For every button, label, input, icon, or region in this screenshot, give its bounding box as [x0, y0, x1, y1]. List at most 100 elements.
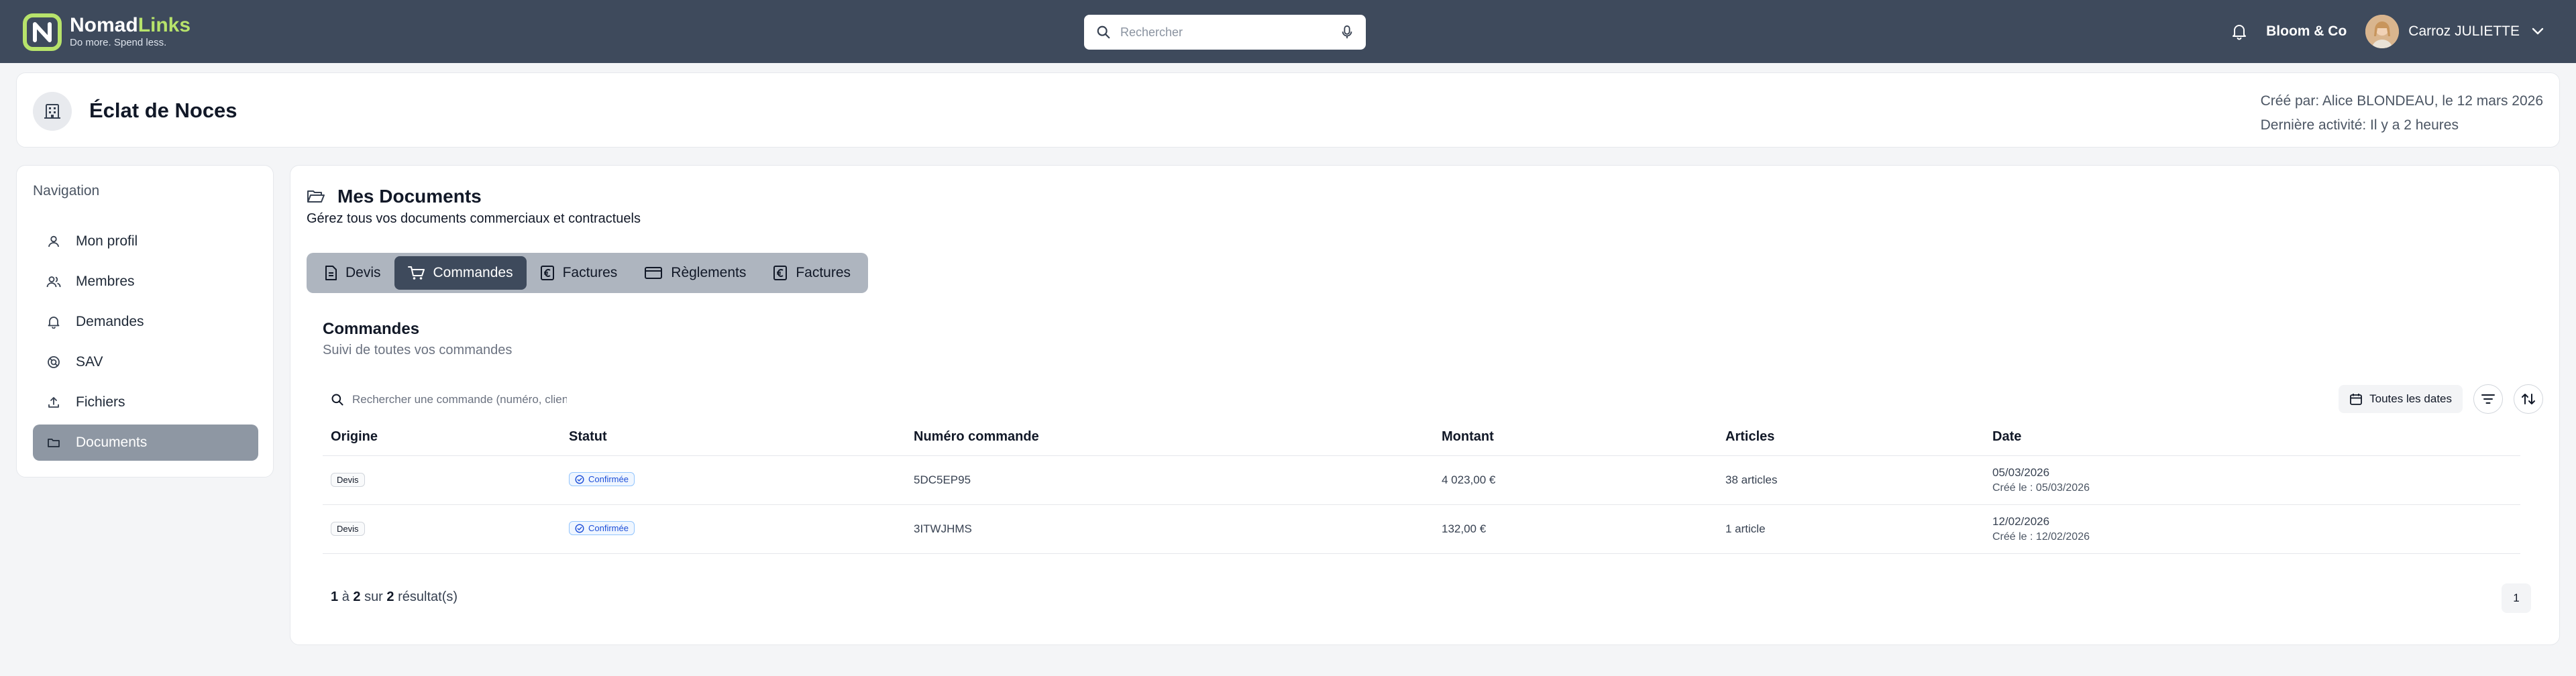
order-date: 05/03/2026 [1992, 465, 2050, 479]
tab-label: Factures [796, 265, 851, 280]
tab-label: Règlements [671, 265, 747, 280]
sidebar-item-sav[interactable]: SAV [33, 344, 258, 380]
status-badge: Confirmée [569, 521, 635, 536]
tab-label: Devis [345, 265, 381, 280]
sidebar-item-label: Membres [76, 274, 135, 289]
check-circle-icon [575, 524, 584, 533]
euro-icon [540, 265, 555, 281]
date-filter-label: Toutes les dates [2369, 392, 2452, 405]
brand-logo[interactable]: NomadLinks Do more. Spend less. [23, 13, 191, 51]
created-by-text: Créé par: Alice BLONDEAU, le 12 mars 202… [2260, 93, 2543, 109]
tab-label: Commandes [433, 265, 513, 280]
tab-devis[interactable]: Devis [311, 256, 394, 290]
tab-label: Factures [562, 265, 618, 280]
entity-meta: Créé par: Alice BLONDEAU, le 12 mars 202… [2261, 89, 2543, 137]
brand-name: NomadLinks [70, 14, 191, 36]
order-number[interactable]: 3ITWJHMS [906, 504, 1434, 554]
column-header[interactable]: Articles [1717, 419, 1984, 456]
orders-subtitle: Suivi de toutes vos commandes [323, 343, 513, 357]
bell-icon [46, 315, 61, 329]
chevron-down-icon[interactable] [2532, 27, 2544, 36]
building-icon [33, 92, 72, 131]
order-search[interactable]: Rechercher une commande (numéro, client.… [323, 386, 578, 414]
filter-icon [2481, 394, 2495, 404]
folder-icon [46, 435, 61, 450]
documents-title: Mes Documents [337, 186, 482, 207]
table-header-row: Origine Statut Numéro commande Montant A… [323, 419, 2520, 456]
documents-subtitle: Gérez tous vos documents commerciaux et … [307, 211, 641, 226]
search-icon [331, 394, 343, 406]
sidebar-item-label: Fichiers [76, 394, 125, 410]
order-search-input[interactable]: Rechercher une commande (numéro, client.… [352, 393, 567, 406]
page-button-1[interactable]: 1 [2502, 583, 2531, 613]
order-articles: 1 article [1717, 504, 1984, 554]
sidebar-item-label: Mon profil [76, 233, 138, 249]
support-icon [46, 355, 61, 370]
top-bar: NomadLinks Do more. Spend less. Recherch… [0, 0, 2576, 63]
navigation-heading: Navigation [33, 183, 100, 199]
folder-open-icon [307, 190, 325, 203]
avatar[interactable] [2365, 15, 2400, 48]
navigation-panel: Navigation Mon profil Membres Demandes S… [16, 165, 274, 477]
user-name[interactable]: Carroz JULIETTE [2408, 23, 2520, 40]
order-amount: 4 023,00 € [1434, 455, 1717, 505]
organization-name[interactable]: Bloom & Co [2266, 23, 2347, 40]
calendar-icon [2349, 392, 2363, 406]
orders-table: Origine Statut Numéro commande Montant A… [323, 419, 2520, 554]
order-created-date: Créé le : 12/02/2026 [1992, 530, 2090, 543]
documents-panel: Mes Documents Gérez tous vos documents c… [290, 165, 2560, 645]
sidebar-item-fichiers[interactable]: Fichiers [33, 384, 258, 420]
column-header[interactable]: Montant [1434, 419, 1717, 456]
pagination-summary: 1 à 2 sur 2 résultat(s) [331, 589, 458, 604]
orders-title: Commandes [323, 320, 420, 338]
sidebar-item-label: Documents [76, 435, 148, 450]
column-header[interactable]: Origine [323, 419, 561, 456]
sidebar-item-label: SAV [76, 354, 103, 370]
order-date: 12/02/2026 [1992, 514, 2050, 528]
column-header[interactable]: Date [1984, 419, 2520, 456]
tab-factures[interactable]: Factures [527, 256, 631, 290]
brand-tagline: Do more. Spend less. [70, 37, 167, 48]
table-row[interactable]: Devis Confirmée 5DC5EP95 4 023,00 € 38 a… [323, 455, 2520, 505]
sidebar-item-label: Demandes [76, 314, 144, 329]
sort-icon [2522, 394, 2535, 404]
page-title: Éclat de Noces [89, 99, 237, 122]
sidebar-item-documents[interactable]: Documents [33, 425, 258, 461]
sort-button[interactable] [2514, 384, 2543, 414]
date-filter-button[interactable]: Toutes les dates [2339, 385, 2463, 413]
last-activity-text: Dernière activité: Il y a 2 heures [2260, 117, 2459, 133]
column-header[interactable]: Numéro commande [906, 419, 1434, 456]
tab-reglements[interactable]: Règlements [631, 256, 759, 290]
global-search[interactable]: Rechercher [1084, 15, 1366, 50]
sidebar-item-membres[interactable]: Membres [33, 264, 258, 300]
order-number[interactable]: 5DC5EP95 [906, 455, 1434, 505]
origin-badge: Devis [331, 522, 365, 536]
status-badge: Confirmée [569, 472, 635, 487]
upload-icon [46, 395, 61, 410]
sidebar-item-mon-profil[interactable]: Mon profil [33, 223, 258, 260]
filter-button[interactable] [2473, 384, 2503, 414]
user-icon [46, 234, 61, 249]
euro-icon [773, 265, 788, 281]
check-circle-icon [575, 475, 584, 484]
file-icon [324, 265, 337, 281]
table-row[interactable]: Devis Confirmée 3ITWJHMS 132,00 € 1 arti… [323, 504, 2520, 554]
document-tabs: Devis Commandes Factures Règlements Fact… [307, 253, 869, 293]
tab-factures-2[interactable]: Factures [759, 256, 864, 290]
notifications-bell-icon[interactable] [2231, 23, 2247, 40]
order-amount: 132,00 € [1434, 504, 1717, 554]
users-icon [46, 274, 61, 289]
search-input[interactable]: Rechercher [1120, 25, 1340, 40]
origin-badge: Devis [331, 473, 365, 487]
tab-commandes[interactable]: Commandes [394, 256, 527, 290]
card-icon [644, 266, 663, 280]
order-created-date: Créé le : 05/03/2026 [1992, 482, 2090, 494]
entity-header: Éclat de Noces Créé par: Alice BLONDEAU,… [16, 72, 2560, 148]
order-articles: 38 articles [1717, 455, 1984, 505]
search-icon [1097, 25, 1110, 39]
column-header[interactable]: Statut [561, 419, 906, 456]
microphone-icon[interactable] [1340, 25, 1354, 40]
sidebar-item-demandes[interactable]: Demandes [33, 304, 258, 340]
nomadlinks-logo-icon [23, 13, 62, 51]
cart-icon [407, 266, 425, 280]
